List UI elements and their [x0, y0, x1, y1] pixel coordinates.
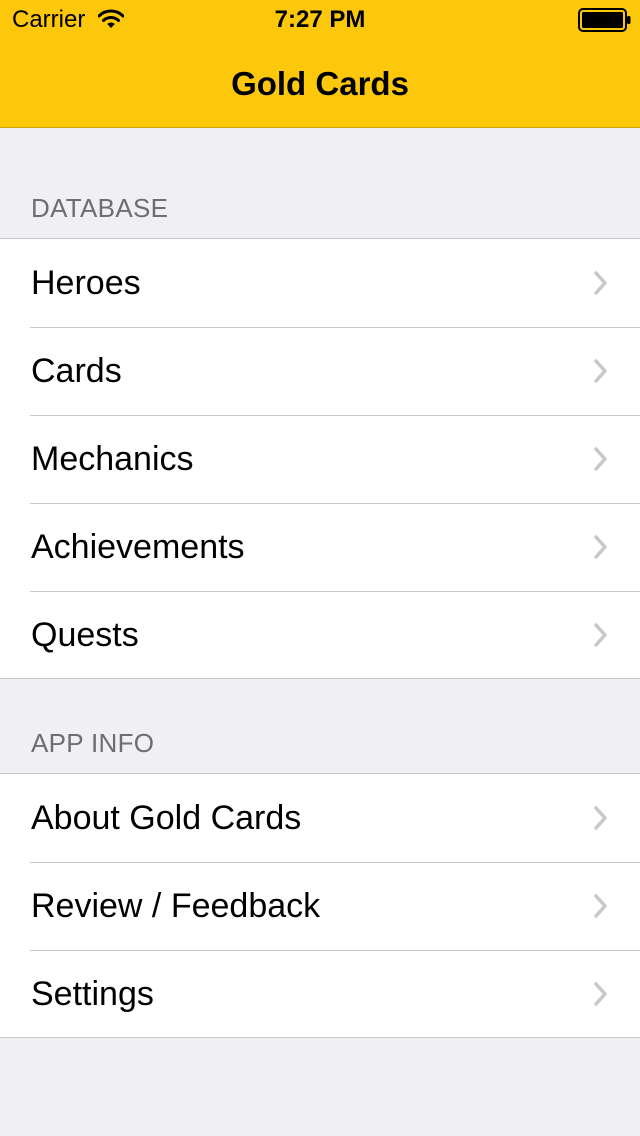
status-time: 7:27 PM: [274, 6, 366, 33]
chevron-right-icon: [594, 447, 607, 471]
list-item-label: About Gold Cards: [31, 799, 302, 837]
battery-icon: [578, 8, 631, 32]
section-header-app-info: APP INFO: [31, 728, 155, 758]
list-item-label: Mechanics: [31, 440, 194, 478]
list-item-label: Achievements: [31, 528, 245, 566]
list-item-review-feedback[interactable]: Review / Feedback: [0, 862, 640, 950]
list-item-label: Cards: [31, 352, 122, 390]
list-item-cards[interactable]: Cards: [0, 327, 640, 415]
chevron-right-icon: [594, 535, 607, 559]
chevron-right-icon: [594, 623, 607, 647]
list-item-heroes[interactable]: Heroes: [0, 239, 640, 327]
app-info-group: About Gold Cards Review / Feedback Setti…: [0, 773, 640, 1038]
navigation-bar: Carrier 7:27 PM Gold Cards: [0, 0, 640, 128]
list-item-about[interactable]: About Gold Cards: [0, 774, 640, 862]
list-item-label: Quests: [31, 616, 139, 654]
section-header-database: DATABASE: [31, 193, 169, 223]
list-item-achievements[interactable]: Achievements: [0, 503, 640, 591]
chevron-right-icon: [594, 271, 607, 295]
list-item-quests[interactable]: Quests: [0, 591, 640, 679]
list-item-label: Settings: [31, 975, 154, 1013]
database-group: Heroes Cards Mechanics Achievements Ques…: [0, 238, 640, 679]
chevron-right-icon: [594, 894, 607, 918]
status-bar: Carrier 7:27 PM: [0, 0, 640, 40]
list-item-label: Heroes: [31, 264, 141, 302]
chevron-right-icon: [594, 806, 607, 830]
list-item-label: Review / Feedback: [31, 887, 321, 925]
list-item-mechanics[interactable]: Mechanics: [0, 415, 640, 503]
chevron-right-icon: [594, 359, 607, 383]
chevron-right-icon: [594, 982, 607, 1006]
nav-title: Gold Cards: [231, 65, 409, 102]
list-item-settings[interactable]: Settings: [0, 950, 640, 1038]
